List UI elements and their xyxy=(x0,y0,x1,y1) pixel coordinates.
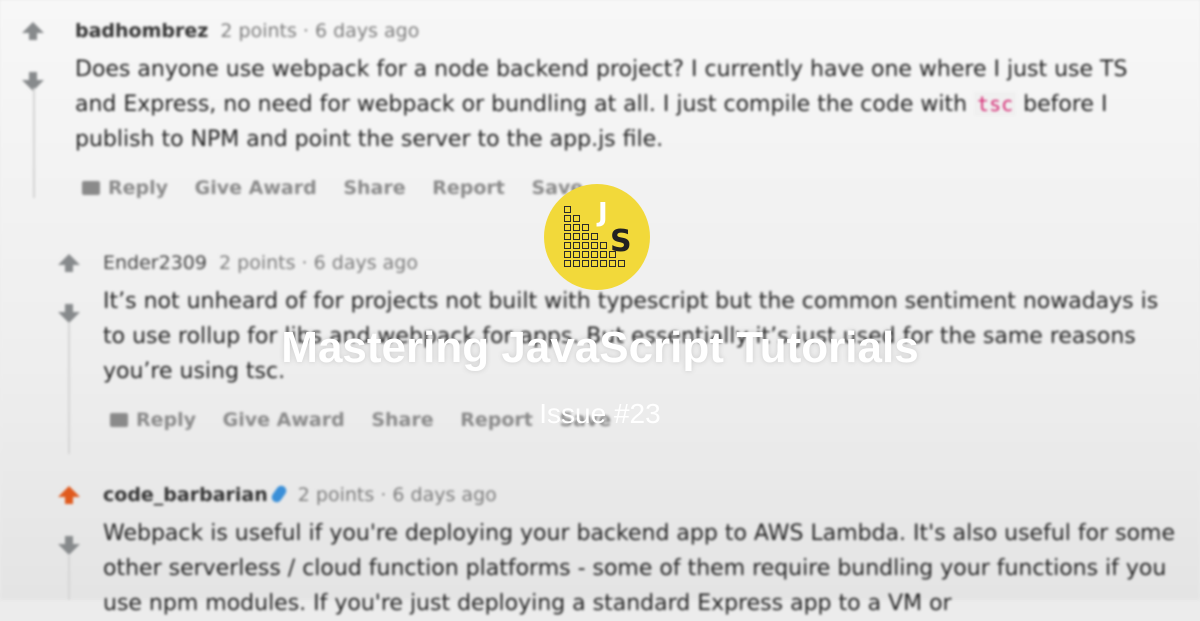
grid-cell xyxy=(564,251,571,258)
page-title: Mastering JavaScript Tutorials xyxy=(281,323,919,372)
grid-cell xyxy=(600,251,607,258)
issue-number: Issue #23 xyxy=(539,398,661,429)
grid-cell xyxy=(564,206,571,213)
js-logo: J S xyxy=(544,184,650,290)
featured-overlay: J S Mastering JavaScript Tutorials Issue… xyxy=(0,0,1200,600)
grid-cell xyxy=(564,233,571,240)
grid-cell xyxy=(564,224,571,231)
grid-cell xyxy=(573,215,580,222)
grid-cell xyxy=(591,260,598,267)
grid-cell xyxy=(582,242,589,249)
logo-letter-s: S xyxy=(610,224,632,259)
grid-cell xyxy=(564,242,571,249)
grid-cell xyxy=(573,251,580,258)
grid-cell xyxy=(573,260,580,267)
logo-letter-j: J xyxy=(598,198,608,228)
grid-cell xyxy=(591,251,598,258)
grid-cell xyxy=(591,242,598,249)
grid-cell xyxy=(582,233,589,240)
grid-cell xyxy=(582,224,589,231)
grid-cell xyxy=(618,260,625,267)
grid-cell xyxy=(564,215,571,222)
grid-cell xyxy=(573,242,580,249)
grid-cell xyxy=(582,251,589,258)
grid-cell xyxy=(582,260,589,267)
grid-cell xyxy=(609,260,616,267)
grid-cell xyxy=(564,260,571,267)
grid-cell xyxy=(573,233,580,240)
grid-cell xyxy=(600,242,607,249)
grid-cell xyxy=(573,224,580,231)
grid-cell xyxy=(591,233,598,240)
grid-cell xyxy=(600,260,607,267)
